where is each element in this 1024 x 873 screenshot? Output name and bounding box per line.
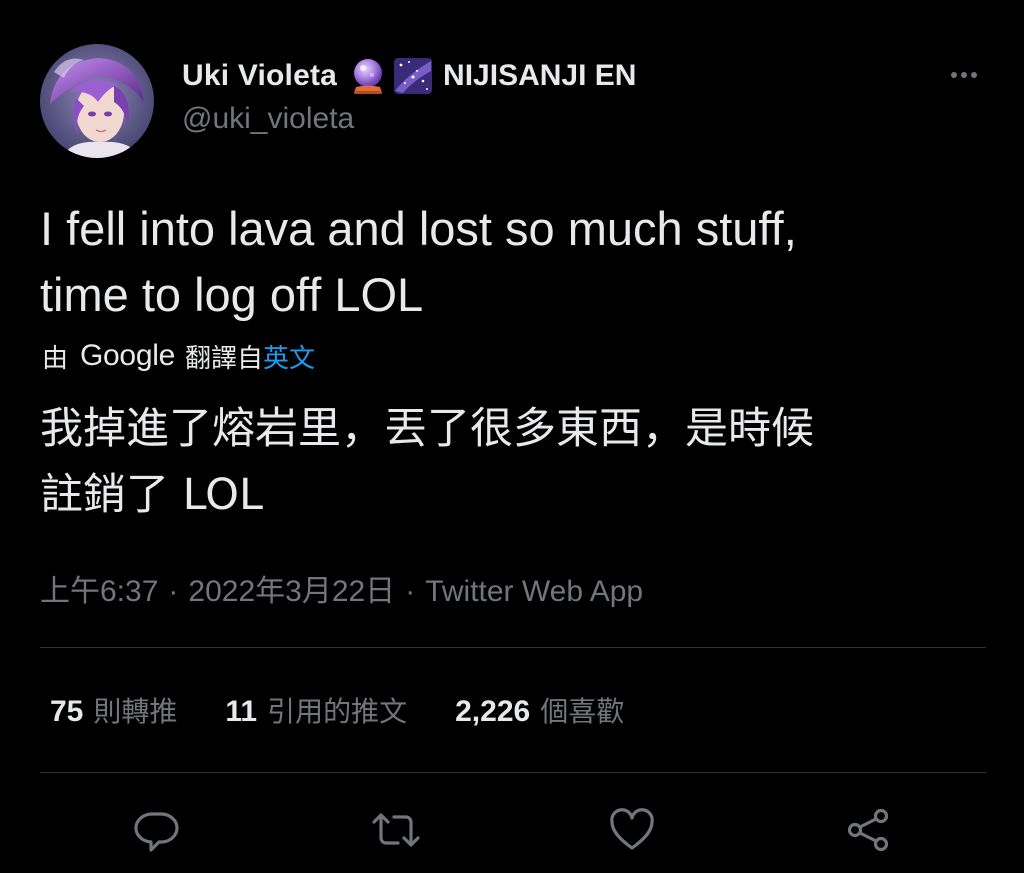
like-icon[interactable] — [608, 806, 656, 854]
retweets-label: 則轉推 — [93, 695, 178, 728]
quotes-stat[interactable]: 11 引用的推文 — [225, 690, 407, 730]
action-bar — [0, 800, 1024, 860]
tweet-meta: 上午6:37 · 2022年3月22日 · Twitter Web App — [40, 566, 643, 610]
translated-text-line: 我掉進了熔岩里，丟了很多東西，是時候 — [40, 404, 814, 454]
google-logo: Google — [80, 339, 175, 372]
tweet-stats: 75 則轉推 11 引用的推文 2,226 個喜歡 — [50, 690, 624, 730]
divider — [40, 772, 986, 773]
divider — [40, 647, 986, 648]
retweets-count: 75 — [50, 695, 84, 728]
tweet-source[interactable]: Twitter Web App — [425, 575, 643, 608]
more-options-icon[interactable] — [942, 62, 986, 88]
quotes-label: 引用的推文 — [267, 695, 408, 728]
milky-way-icon — [393, 57, 433, 95]
separator: · — [168, 575, 179, 608]
author-display-name[interactable]: Uki Violeta — [182, 59, 337, 93]
tweet-text: I fell into lava and lost so much stuff,… — [40, 196, 1000, 328]
tweet-date[interactable]: 2022年3月22日 — [188, 575, 395, 608]
retweets-stat[interactable]: 75 則轉推 — [50, 690, 177, 730]
translation-middle: 翻譯自 — [184, 343, 263, 374]
source-language-link[interactable]: 英文 — [263, 338, 315, 375]
tweet-time[interactable]: 上午6:37 — [40, 575, 158, 608]
author-affiliation: NIJISANJI EN — [443, 59, 637, 92]
translated-text-line: 註銷了 LOL — [40, 470, 263, 520]
reply-icon[interactable] — [133, 806, 181, 854]
quotes-count: 11 — [225, 695, 258, 728]
separator: · — [405, 575, 416, 608]
translation-prefix: 由 — [42, 343, 69, 374]
likes-label: 個喜歡 — [540, 695, 625, 728]
translation-attribution: 由 Google 翻譯自 英文 — [42, 336, 315, 376]
tweet-text-line: I fell into lava and lost so much stuff, — [40, 202, 797, 255]
retweet-icon[interactable] — [370, 806, 420, 854]
tweet-detail: Uki Violeta NIJISANJI EN @uki_violeta I … — [0, 0, 1024, 873]
likes-stat[interactable]: 2,226 個喜歡 — [455, 690, 624, 730]
tweet-text-line: time to log off LOL — [40, 268, 424, 321]
avatar-image — [40, 44, 154, 158]
crystal-ball-icon — [349, 57, 387, 95]
avatar[interactable] — [40, 44, 154, 158]
author-name-row: Uki Violeta NIJISANJI EN — [182, 56, 636, 96]
author-handle[interactable]: @uki_violeta — [182, 102, 354, 136]
likes-count: 2,226 — [455, 695, 531, 728]
share-icon[interactable] — [845, 806, 893, 854]
translated-text: 我掉進了熔岩里，丟了很多東西，是時候 註銷了 LOL — [40, 396, 1000, 528]
